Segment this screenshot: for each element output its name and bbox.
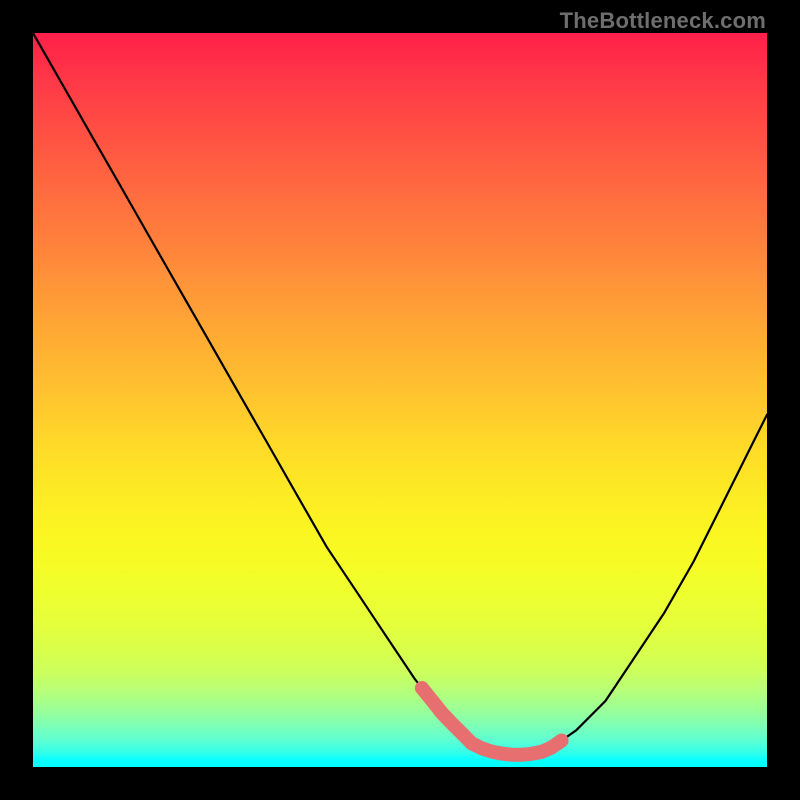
chart-frame: TheBottleneck.com <box>0 0 800 800</box>
watermark-text: TheBottleneck.com <box>560 8 766 34</box>
highlight-basin <box>33 33 767 767</box>
plot-area <box>33 33 767 767</box>
